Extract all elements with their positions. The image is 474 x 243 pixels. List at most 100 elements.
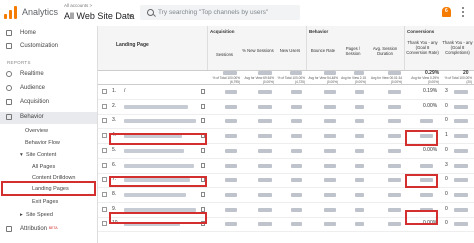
pages-cell-redacted <box>355 178 364 183</box>
sidebar-item-attribution[interactable]: Attribution BETA <box>0 224 97 236</box>
bounce-cell-redacted <box>324 163 336 168</box>
bounce-cell-redacted <box>324 222 336 227</box>
row-checkbox[interactable] <box>102 118 107 124</box>
row-checkbox[interactable] <box>102 177 107 183</box>
completions-pct-redacted <box>454 178 468 183</box>
sidebar-item-customization[interactable]: Customization <box>0 41 97 53</box>
sidebar-item-behavior[interactable]: Behavior <box>0 112 97 124</box>
new-users-cell-redacted <box>291 104 302 109</box>
open-page-icon[interactable] <box>201 118 205 124</box>
table-row[interactable]: 6. 3 <box>98 159 474 174</box>
app-title: Analytics <box>22 7 59 17</box>
sessions-cell-redacted <box>225 90 237 94</box>
sessions-cell-redacted <box>225 222 237 227</box>
goal-conv-rate-cell: 0.00% <box>423 146 438 153</box>
sidebar-item-acquisition[interactable]: Acquisition <box>0 97 97 109</box>
landing-page-link-redacted[interactable] <box>124 192 186 197</box>
pages-cell-redacted <box>355 104 364 109</box>
open-page-icon[interactable] <box>201 206 205 212</box>
landing-page-link-redacted[interactable] <box>124 163 194 168</box>
goal-completions-cell: 1 <box>445 132 448 139</box>
sidebar-item-label: Site Speed <box>26 212 53 218</box>
col-goal-conv-rate[interactable]: Thank You - any (Goal 8 Conversion Rate) <box>405 40 440 74</box>
open-page-icon[interactable] <box>201 162 205 168</box>
row-number: 2. <box>112 102 117 109</box>
row-checkbox[interactable] <box>102 221 107 227</box>
bounce-cell-redacted <box>324 207 336 212</box>
landing-pages-highlight <box>1 181 96 196</box>
sidebar-item-overview[interactable]: Overview <box>0 126 97 137</box>
open-page-icon[interactable] <box>201 191 205 197</box>
home-icon <box>6 30 12 36</box>
sidebar-item-all-pages[interactable]: All Pages <box>0 162 97 173</box>
goal-completions-cell: 0 <box>445 117 448 124</box>
sidebar-item-behavior-flow[interactable]: Behavior Flow <box>0 138 97 149</box>
more-vert-icon[interactable] <box>462 7 465 19</box>
goal-completions-cell: 0 <box>445 190 448 197</box>
row-checkbox[interactable] <box>102 162 107 168</box>
table-row[interactable]: 1. / 0.19% 3 <box>98 85 474 100</box>
new-sessions-cell-redacted <box>258 207 272 212</box>
pages-cell-redacted <box>355 222 364 227</box>
sidebar-item-site-speed[interactable]: ▸ Site Speed <box>0 210 97 221</box>
row-number: 3. <box>112 117 117 124</box>
landing-page-link-redacted[interactable] <box>124 207 196 212</box>
row-9-page-highlight <box>109 212 207 224</box>
totals-new-sessions-sub: Avg for View 69.54% (0.00%) <box>244 76 274 84</box>
table-row[interactable]: 2. 0.00% 0 <box>98 100 474 115</box>
new-users-cell-redacted <box>291 222 302 227</box>
view-selector[interactable]: All Web Site Data <box>64 11 134 21</box>
new-sessions-cell-redacted <box>258 90 272 94</box>
table-row[interactable]: 8. 0 <box>98 188 474 203</box>
landing-page-link-redacted[interactable] <box>124 148 184 153</box>
sessions-cell-redacted <box>225 163 237 168</box>
landing-page-link[interactable]: / <box>124 88 125 94</box>
totals-duration-sub: Avg for View 00:01:34 (0.00%) <box>370 76 402 84</box>
open-page-icon[interactable] <box>201 89 205 94</box>
duration-cell-redacted <box>388 119 401 124</box>
row-checkbox[interactable] <box>102 191 107 197</box>
completions-pct-redacted <box>454 207 468 212</box>
row-checkbox[interactable] <box>102 103 107 109</box>
sessions-cell-redacted <box>225 148 237 153</box>
row-checkbox[interactable] <box>102 89 107 94</box>
sidebar-item-exit-pages[interactable]: Exit Pages <box>0 197 97 208</box>
new-sessions-cell-redacted <box>258 119 272 124</box>
chevron-down-icon[interactable]: ▼ <box>128 14 133 20</box>
pages-cell-redacted <box>355 134 364 139</box>
landing-page-link-redacted[interactable] <box>124 104 188 109</box>
sidebar-item-label: Acquisition <box>20 99 50 105</box>
account-breadcrumb[interactable]: All accounts > <box>64 3 92 8</box>
new-sessions-cell-redacted <box>258 148 272 153</box>
completions-pct-redacted <box>454 163 468 168</box>
landing-page-link-redacted[interactable] <box>124 119 196 124</box>
group-behavior: Behavior <box>309 29 329 34</box>
analytics-logo-icon[interactable] <box>4 6 17 19</box>
col-goal-completions[interactable]: Thank You - any (Goal 8 Completions) <box>441 40 474 74</box>
open-page-icon[interactable] <box>201 147 205 153</box>
group-conversions: Conversions <box>407 29 435 34</box>
totals-new-users-sub: % of Total 100.00% (4,725) <box>277 76 305 84</box>
sidebar-item-site-content[interactable]: ▾ Site Content <box>0 150 97 161</box>
new-sessions-cell-redacted <box>258 222 272 227</box>
goal-completions-cell: 0 <box>445 176 448 183</box>
new-users-cell-redacted <box>291 148 302 153</box>
notification-count: 6 <box>445 8 448 14</box>
sidebar-item-audience[interactable]: Audience <box>0 83 97 95</box>
sidebar-item-label: All Pages <box>32 164 56 170</box>
beta-badge: BETA <box>48 226 58 230</box>
sidebar-item-realtime[interactable]: Realtime <box>0 69 97 81</box>
open-page-icon[interactable] <box>201 103 205 109</box>
row-checkbox[interactable] <box>102 133 107 139</box>
table-row[interactable]: 5. 0.00% 0 <box>98 144 474 159</box>
row-checkbox[interactable] <box>102 206 107 212</box>
sidebar-item-label: Realtime <box>20 71 44 77</box>
sessions-cell-redacted <box>225 192 237 197</box>
table-row[interactable]: 3. 0 <box>98 114 474 130</box>
sidebar-item-label: Behavior Flow <box>25 140 60 146</box>
sidebar-item-home[interactable]: Home <box>0 28 97 40</box>
new-sessions-cell-redacted <box>258 104 272 109</box>
duration-cell-redacted <box>388 192 401 197</box>
row-checkbox[interactable] <box>102 147 107 153</box>
duration-cell-redacted <box>388 90 401 94</box>
